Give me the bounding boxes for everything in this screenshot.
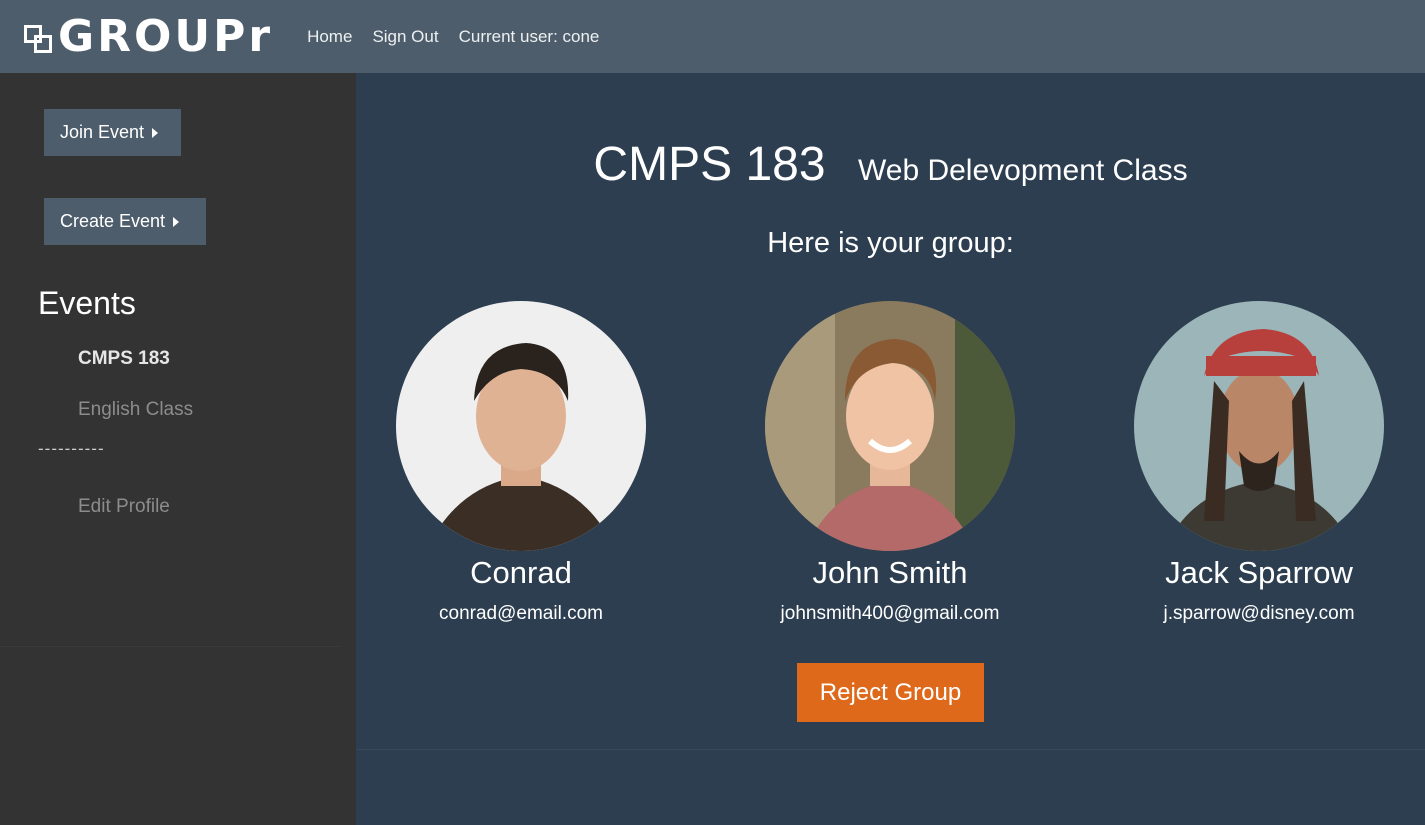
- member-name: John Smith: [812, 555, 968, 590]
- group-logo-icon: [22, 21, 54, 53]
- avatar: [396, 301, 646, 551]
- nav-home-link[interactable]: Home: [307, 27, 352, 47]
- nav-links: Home Sign Out Current user: cone: [307, 27, 599, 47]
- group-heading: Here is your group:: [767, 227, 1014, 259]
- member-email: conrad@email.com: [439, 603, 603, 624]
- main-content: CMPS 183 Web Delevopment Class Here is y…: [356, 73, 1425, 825]
- person-photo-icon: [396, 301, 646, 551]
- sidebar-item-english-class[interactable]: English Class: [78, 399, 193, 421]
- avatar: [1134, 301, 1384, 551]
- reject-group-button[interactable]: Reject Group: [797, 663, 984, 722]
- create-event-label: Create Event: [60, 211, 166, 231]
- content-divider: [356, 749, 1425, 750]
- member-card: Jack Sparrow j.sparrow@disney.com: [1094, 301, 1424, 625]
- sidebar-separator: [0, 646, 340, 647]
- member-name: Jack Sparrow: [1165, 555, 1353, 590]
- avatar: [765, 301, 1015, 551]
- join-event-button[interactable]: Join Event: [44, 109, 181, 156]
- member-card: Conrad conrad@email.com: [356, 301, 686, 625]
- member-email: johnsmith400@gmail.com: [780, 603, 1000, 624]
- caret-right-icon: [152, 127, 159, 138]
- create-event-button[interactable]: Create Event: [44, 198, 206, 245]
- sidebar: Join Event Create Event Events CMPS 183 …: [0, 73, 356, 825]
- class-name: Web Delevopment Class: [857, 154, 1188, 187]
- sidebar-divider: ----------: [38, 439, 105, 458]
- member-name: Conrad: [470, 555, 572, 590]
- page-title: CMPS 183 Web Delevopment Class: [356, 137, 1425, 192]
- edit-profile-link[interactable]: Edit Profile: [78, 496, 170, 518]
- nav-sign-out-link[interactable]: Sign Out: [372, 27, 438, 47]
- class-code: CMPS 183: [593, 138, 826, 191]
- caret-right-icon: [173, 216, 180, 227]
- brand-name: GROUPr: [58, 10, 274, 62]
- current-user-label: Current user: cone: [458, 26, 600, 46]
- brand-logo[interactable]: GROUPr: [22, 0, 273, 73]
- person-photo-icon: [1134, 301, 1384, 551]
- member-email: j.sparrow@disney.com: [1163, 603, 1355, 624]
- events-heading: Events: [38, 285, 136, 321]
- member-card: John Smith johnsmith400@gmail.com: [725, 301, 1055, 625]
- join-event-label: Join Event: [60, 122, 145, 142]
- person-photo-icon: [765, 301, 1015, 551]
- top-navbar: GROUPr Home Sign Out Current user: cone: [0, 0, 1425, 73]
- sidebar-item-cmps-183[interactable]: CMPS 183: [78, 348, 170, 370]
